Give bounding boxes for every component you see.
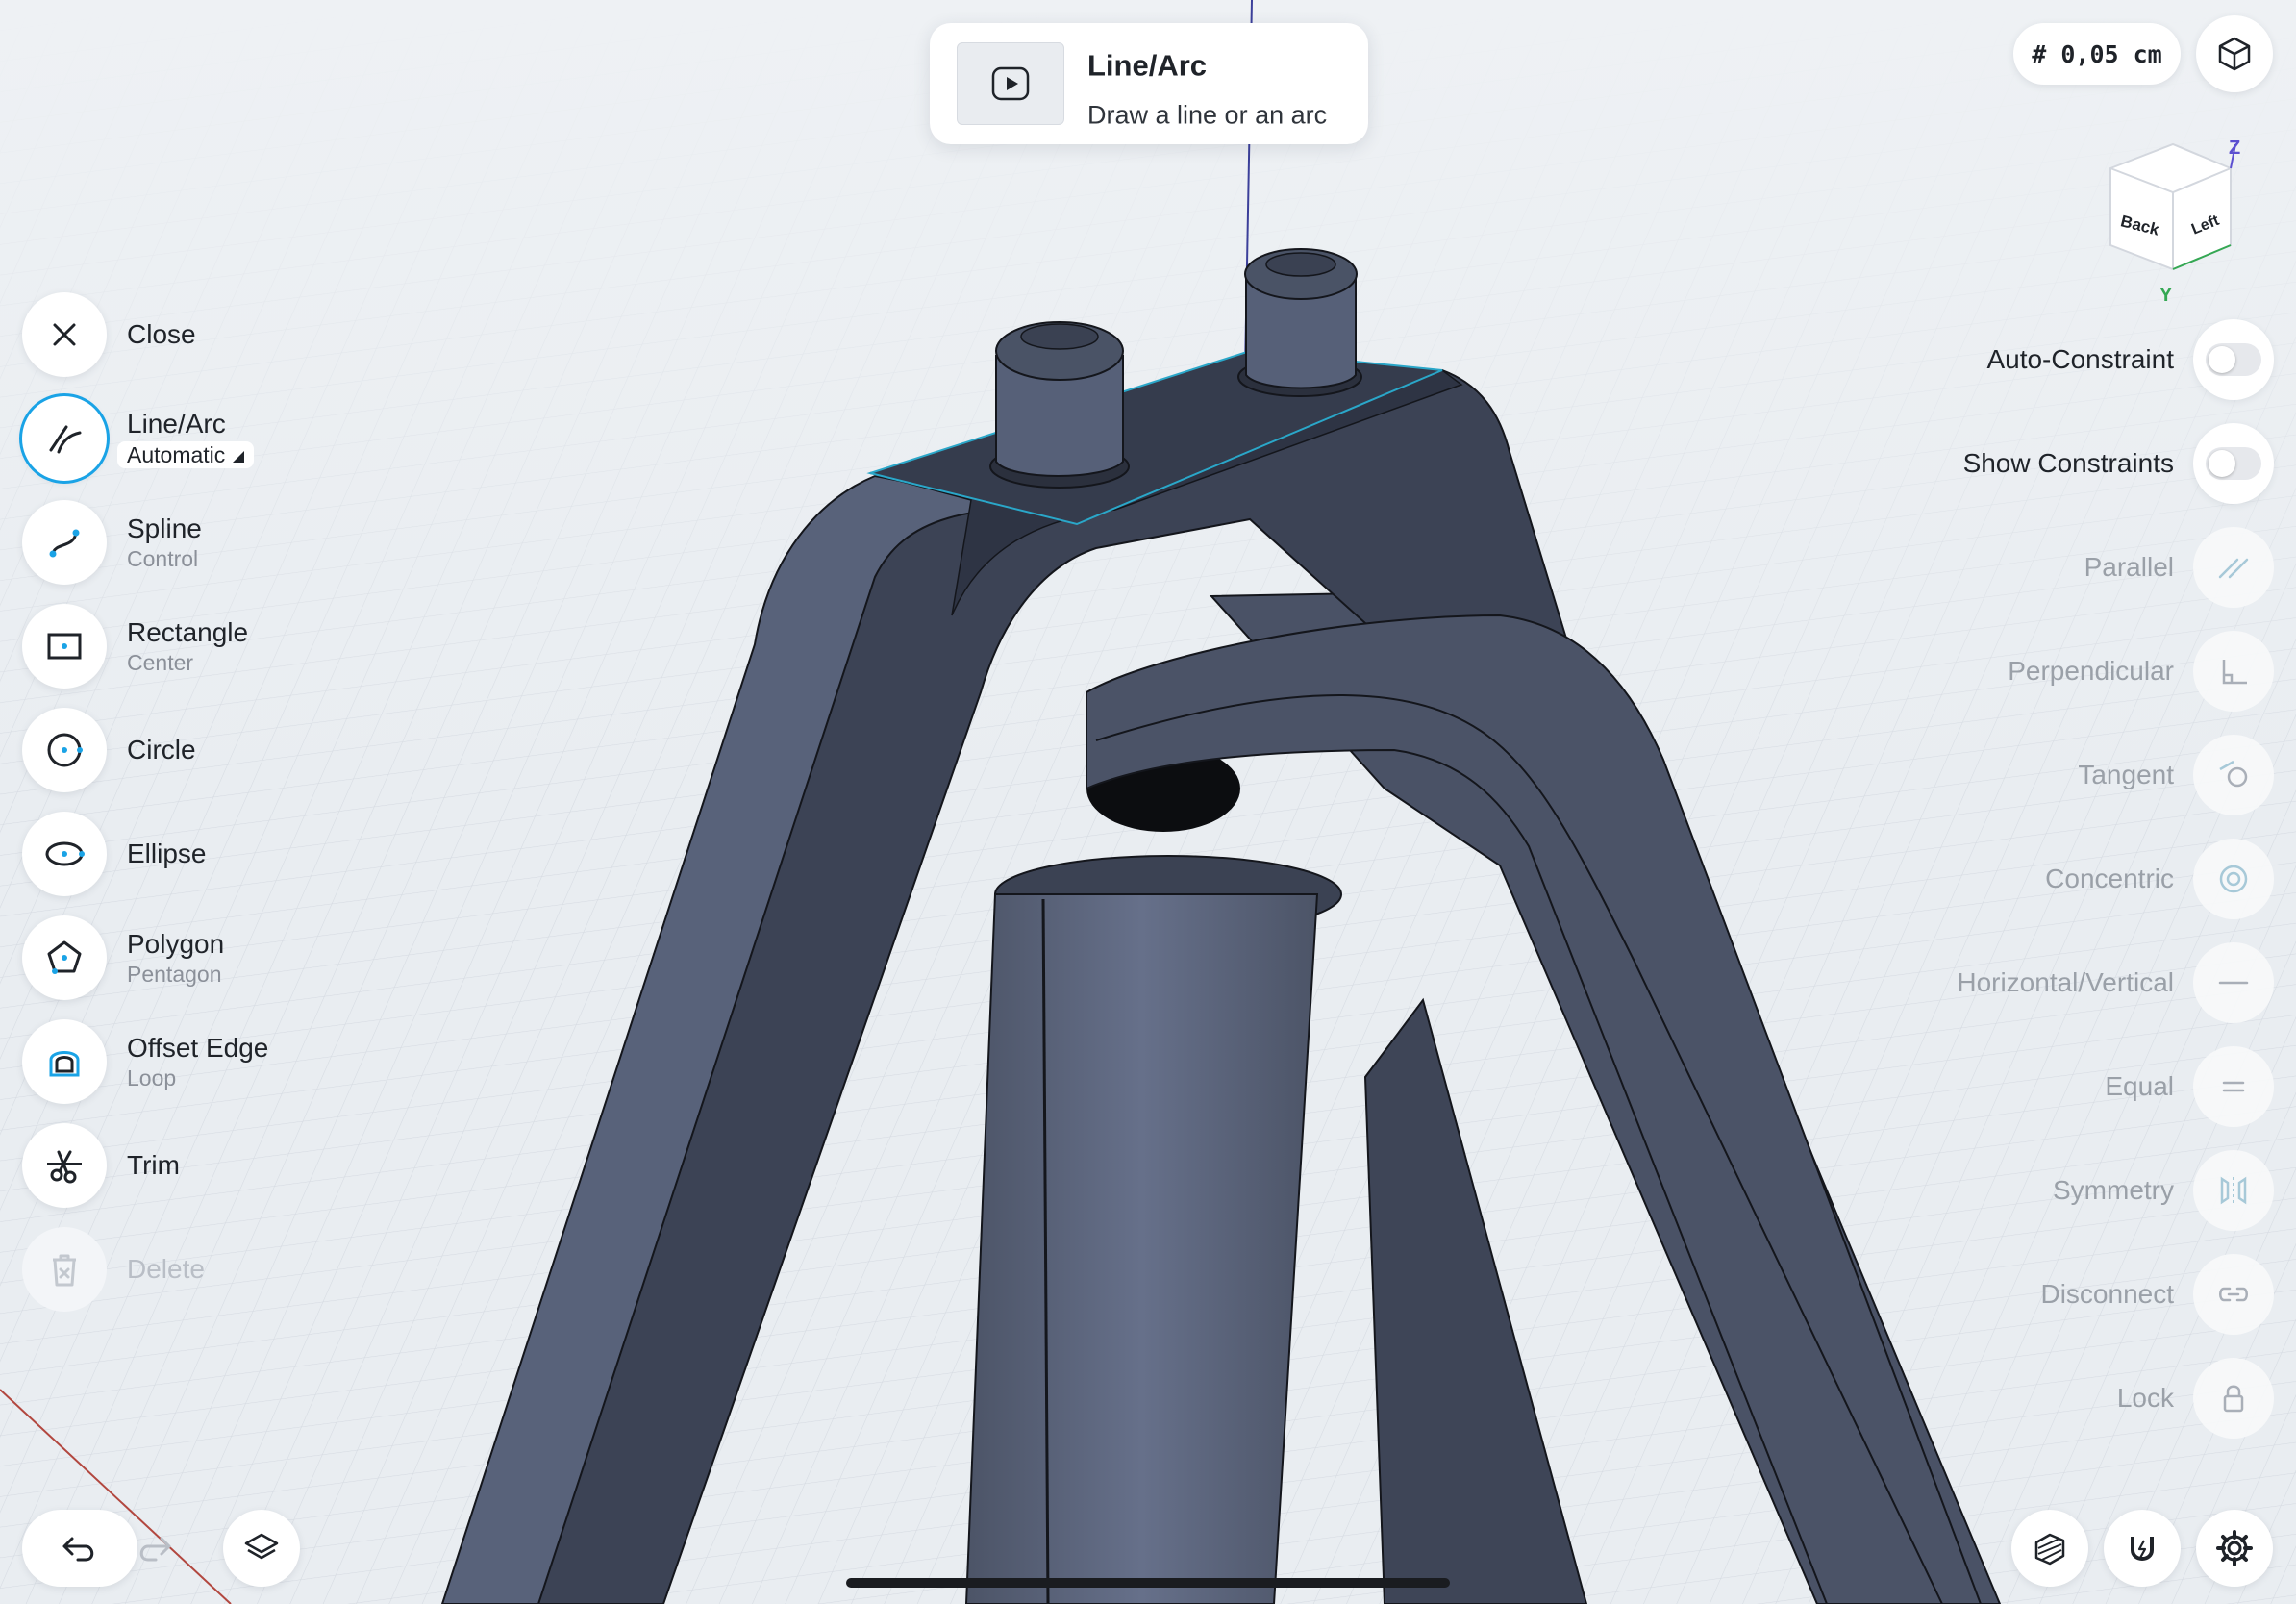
constraint-label: Horizontal/Vertical bbox=[1957, 967, 2174, 997]
tool-sublabel: Pentagon bbox=[127, 962, 222, 987]
concentric-icon[interactable] bbox=[2193, 839, 2274, 919]
snap-magnet-icon bbox=[2131, 1537, 2154, 1561]
constraint-perpendicular[interactable]: Perpendicular bbox=[2008, 631, 2274, 712]
home-indicator bbox=[846, 1578, 1450, 1588]
cube-view-icon bbox=[2218, 37, 2251, 71]
constraint-label: Auto-Constraint bbox=[1986, 344, 2174, 374]
tool-close[interactable]: Close bbox=[22, 291, 426, 378]
tool-sublabel: Loop bbox=[127, 1065, 177, 1090]
ellipse-icon[interactable] bbox=[22, 812, 107, 896]
tool-label: Close bbox=[127, 319, 196, 349]
play-icon bbox=[991, 66, 1030, 101]
tool-spline[interactable]: Spline Control bbox=[22, 499, 426, 586]
tool-hint-toast: Line/Arc Draw a line or an arc bbox=[930, 23, 1368, 144]
rectangle-icon[interactable] bbox=[22, 604, 107, 689]
perpendicular-icon[interactable] bbox=[2193, 631, 2274, 712]
tool-sublabel: Center bbox=[127, 650, 194, 675]
symmetry-icon[interactable] bbox=[2193, 1150, 2274, 1231]
redo-icon bbox=[139, 1537, 171, 1562]
constraint-label: Equal bbox=[2105, 1071, 2174, 1101]
axis-z-label: Z bbox=[2229, 138, 2240, 159]
constraint-show-constraints[interactable]: Show Constraints bbox=[1963, 423, 2274, 504]
tool-label: Ellipse bbox=[127, 839, 207, 868]
polygon-icon[interactable] bbox=[22, 915, 107, 1000]
lock-icon[interactable] bbox=[2193, 1358, 2274, 1439]
tangent-icon[interactable] bbox=[2193, 735, 2274, 815]
line-arc-mode-dropdown[interactable]: Automatic bbox=[117, 441, 255, 468]
tool-rectangle[interactable]: Rectangle Center bbox=[22, 603, 426, 689]
tool-label: Rectangle bbox=[127, 617, 249, 647]
tool-label: Trim bbox=[127, 1150, 180, 1180]
snap-button[interactable] bbox=[2104, 1510, 2181, 1587]
layers-icon bbox=[244, 1533, 279, 1560]
offset-edge-icon[interactable] bbox=[22, 1019, 107, 1104]
constraint-tangent[interactable]: Tangent bbox=[2078, 735, 2274, 815]
constraint-label: Perpendicular bbox=[2008, 656, 2174, 686]
equal-icon[interactable] bbox=[2193, 1046, 2274, 1127]
layers-button[interactable] bbox=[223, 1510, 300, 1587]
section-view-icon bbox=[2034, 1533, 2065, 1566]
constraint-label: Tangent bbox=[2078, 760, 2174, 789]
tutorial-video-thumbnail[interactable] bbox=[957, 42, 1064, 125]
constraint-label: Parallel bbox=[2084, 552, 2174, 582]
grid-size-indicator[interactable]: # 0,05 cm bbox=[2013, 23, 2181, 85]
disconnect-icon[interactable] bbox=[2193, 1254, 2274, 1335]
constraint-equal[interactable]: Equal bbox=[2105, 1046, 2274, 1127]
settings-gear-icon bbox=[2216, 1530, 2253, 1566]
delete-icon[interactable] bbox=[22, 1227, 107, 1312]
toast-subtitle: Draw a line or an arc bbox=[1087, 100, 1328, 130]
tool-label: Polygon bbox=[127, 929, 225, 959]
constraint-concentric[interactable]: Concentric bbox=[2045, 839, 2274, 919]
tool-trim[interactable]: Trim bbox=[22, 1122, 426, 1209]
auto-constraint-toggle[interactable] bbox=[2206, 343, 2261, 376]
constraint-horizontal-vertical[interactable]: Horizontal/Vertical bbox=[1957, 942, 2274, 1023]
line-arc-icon[interactable] bbox=[22, 396, 107, 481]
show-constraints-toggle[interactable] bbox=[2206, 447, 2261, 480]
section-view-button[interactable] bbox=[2011, 1510, 2088, 1587]
constraint-symmetry[interactable]: Symmetry bbox=[2053, 1150, 2274, 1231]
toast-title: Line/Arc bbox=[1087, 48, 1208, 83]
close-icon[interactable] bbox=[22, 292, 107, 377]
constraint-auto-constraint[interactable]: Auto-Constraint bbox=[1986, 319, 2274, 400]
trim-icon[interactable] bbox=[22, 1123, 107, 1208]
settings-button[interactable] bbox=[2196, 1510, 2273, 1587]
tool-sublabel: Control bbox=[127, 546, 199, 571]
axis-y-label: Y bbox=[2159, 285, 2173, 306]
constraint-disconnect[interactable]: Disconnect bbox=[2040, 1254, 2274, 1335]
tool-offset-edge[interactable]: Offset Edge Loop bbox=[22, 1018, 426, 1105]
tool-delete[interactable]: Delete bbox=[22, 1226, 426, 1313]
constraint-lock[interactable]: Lock bbox=[2117, 1358, 2274, 1439]
constraint-label: Lock bbox=[2116, 1383, 2174, 1413]
constraint-parallel[interactable]: Parallel bbox=[2084, 527, 2274, 608]
tool-circle[interactable]: Circle bbox=[22, 707, 426, 793]
constraint-label: Symmetry bbox=[2053, 1175, 2174, 1205]
redo-button[interactable] bbox=[115, 1510, 192, 1587]
circle-icon[interactable] bbox=[22, 708, 107, 792]
3d-viewport[interactable]: Back Left Z Y bbox=[0, 0, 2296, 1604]
parallel-icon[interactable] bbox=[2193, 527, 2274, 608]
tool-line-arc[interactable]: Line/Arc Automatic bbox=[22, 395, 426, 482]
tool-label: Spline bbox=[127, 514, 202, 543]
tool-polygon[interactable]: Polygon Pentagon bbox=[22, 915, 426, 1001]
spline-icon[interactable] bbox=[22, 500, 107, 585]
view-mode-button[interactable] bbox=[2196, 15, 2273, 92]
constraint-label: Concentric bbox=[2045, 864, 2174, 893]
tool-label: Circle bbox=[127, 735, 196, 764]
constraint-label: Show Constraints bbox=[1962, 448, 2174, 478]
constraint-label: Disconnect bbox=[2040, 1279, 2174, 1309]
tool-label: Offset Edge bbox=[127, 1033, 269, 1063]
tool-ellipse[interactable]: Ellipse bbox=[22, 811, 426, 897]
tool-label: Delete bbox=[127, 1254, 205, 1284]
horizontal-vertical-icon[interactable] bbox=[2193, 942, 2274, 1023]
tool-label: Line/Arc bbox=[127, 409, 226, 439]
undo-icon bbox=[62, 1537, 94, 1562]
